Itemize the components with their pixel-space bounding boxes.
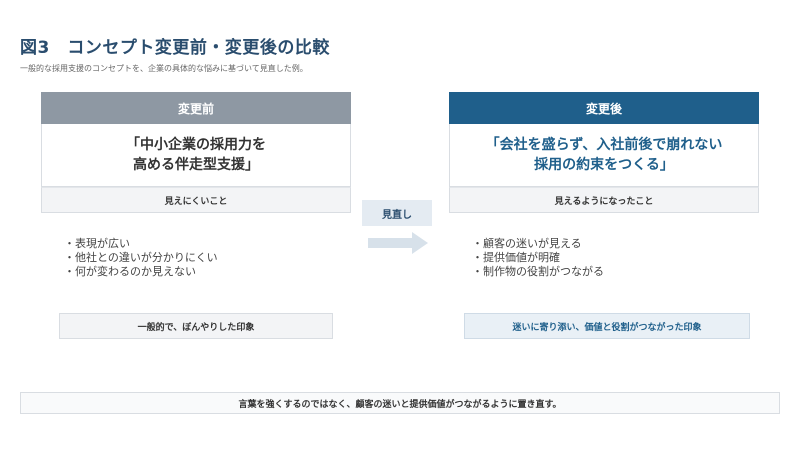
list-item: ・制作物の役割がつながる xyxy=(472,265,604,278)
right-arrow-icon xyxy=(368,232,428,254)
footer-note: 言葉を強くするのではなく、顧客の迷いと提供価値がつながるように置き直す。 xyxy=(20,392,780,414)
transition-label: 見直し xyxy=(362,200,432,226)
after-concept: 「会社を盛らず、入社前後で崩れない 採用の約束をつくる」 xyxy=(449,124,759,187)
before-footer: 見えにくいこと xyxy=(41,187,351,213)
after-concept-line2: 採用の約束をつくる」 xyxy=(534,157,674,173)
before-panel: 変更前 「中小企業の採用力を 高める伴走型支援」 見えにくいこと xyxy=(41,92,351,213)
before-bullet-list: ・表現が広い ・他社との違いが分かりにくい ・何が変わるのか見えない xyxy=(64,237,218,279)
before-concept: 「中小企業の採用力を 高める伴走型支援」 xyxy=(41,124,351,187)
list-item: ・他社との違いが分かりにくい xyxy=(64,251,218,264)
after-concept-line1: 「会社を盛らず、入社前後で崩れない xyxy=(485,137,723,153)
list-item: ・表現が広い xyxy=(64,237,130,250)
page-title: 図3 コンセプト変更前・変更後の比較 xyxy=(20,38,330,58)
before-concept-line1: 「中小企業の採用力を xyxy=(126,137,266,153)
before-concept-line2: 高める伴走型支援」 xyxy=(133,157,259,173)
before-summary: 一般的で、ぼんやりした印象 xyxy=(59,313,333,339)
after-bullet-list: ・顧客の迷いが見える ・提供価値が明確 ・制作物の役割がつながる xyxy=(472,237,604,279)
after-footer: 見えるようになったこと xyxy=(449,187,759,213)
before-header: 変更前 xyxy=(41,92,351,124)
page-subtitle: 一般的な採用支援のコンセプトを、企業の具体的な悩みに基づいて見直した例。 xyxy=(20,64,308,73)
list-item: ・顧客の迷いが見える xyxy=(472,237,582,250)
list-item: ・提供価値が明確 xyxy=(472,251,560,264)
list-item: ・何が変わるのか見えない xyxy=(64,265,196,278)
after-panel: 変更後 「会社を盛らず、入社前後で崩れない 採用の約束をつくる」 見えるようにな… xyxy=(449,92,759,213)
after-header: 変更後 xyxy=(449,92,759,124)
after-summary: 迷いに寄り添い、価値と役割がつながった印象 xyxy=(464,313,750,339)
